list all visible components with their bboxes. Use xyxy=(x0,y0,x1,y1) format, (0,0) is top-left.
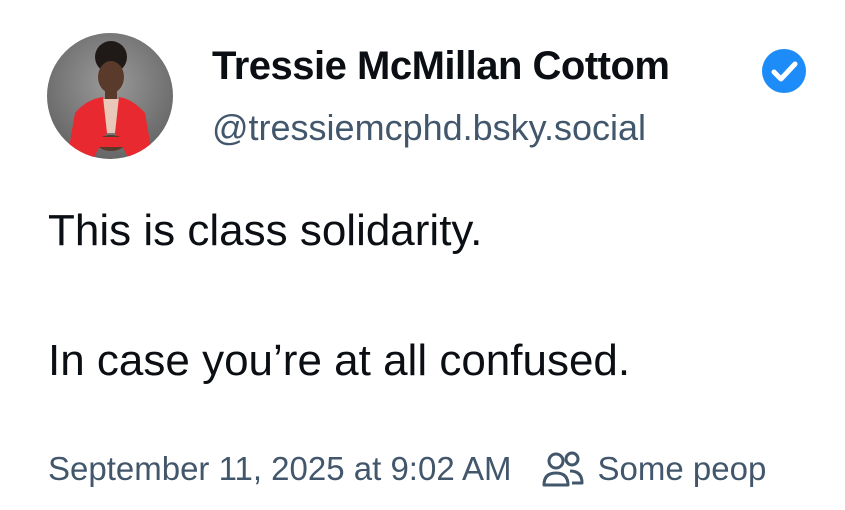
verified-check-icon xyxy=(762,49,806,93)
post-card: Tressie McMillan Cottom @tressiemcphd.bs… xyxy=(0,0,845,510)
author-display-name[interactable]: Tressie McMillan Cottom xyxy=(212,44,670,89)
post-text-line-2: In case you’re at all confused. xyxy=(48,336,631,385)
audience-label[interactable]: Some peop xyxy=(598,450,767,488)
people-icon xyxy=(542,451,584,487)
author-handle[interactable]: @tressiemcphd.bsky.social xyxy=(212,107,646,149)
post-meta: September 11, 2025 at 9:02 AM Some peop xyxy=(48,449,766,489)
avatar[interactable] xyxy=(47,33,173,159)
post-text-line-1: This is class solidarity. xyxy=(48,206,483,255)
post-timestamp[interactable]: September 11, 2025 at 9:02 AM xyxy=(48,450,512,488)
